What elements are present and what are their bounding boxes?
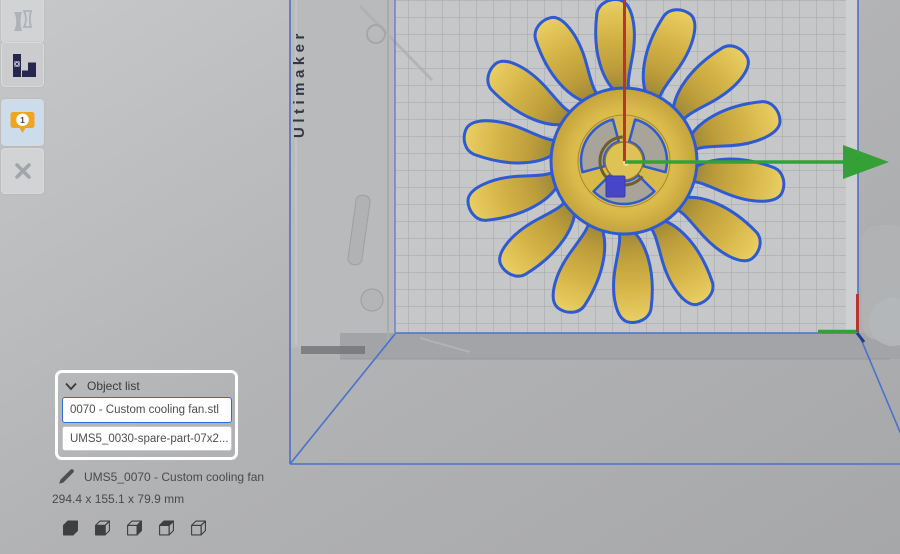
mirror-tool-button[interactable] [1,0,44,43]
rename-pencil-icon[interactable] [57,468,75,486]
z-axis-handle[interactable] [606,176,625,197]
chevron-down-icon [65,382,77,391]
marker-pin-button[interactable]: 1 [1,99,44,146]
marker-badge: 1 [20,115,25,125]
cube-front-icon[interactable] [93,518,112,538]
cube-solid-icon[interactable] [61,518,80,538]
cube-outline-icon[interactable] [189,518,208,538]
close-icon [8,156,38,186]
selected-object-name: UMS5_0070 - Custom cooling fan [84,470,264,484]
support-blocker-button[interactable] [1,148,44,194]
plate-front-edge [340,333,900,359]
marker-pin-icon: 1 [9,109,36,136]
per-model-settings-button[interactable] [1,42,44,87]
object-item-label: UMS5_0030-spare-part-07x2... [70,433,229,445]
cube-top-icon[interactable] [157,518,176,538]
cura-window: Ultimaker [0,0,900,554]
printer-brand-label: Ultimaker [291,29,308,138]
selected-object-dimensions: 294.4 x 155.1 x 79.9 mm [52,492,184,506]
object-list-item[interactable]: UMS5_0030-spare-part-07x2... [62,426,232,451]
object-item-label: 0070 - Custom cooling fan.stl [70,404,219,416]
object-list-header[interactable]: Object list [65,379,140,393]
per-model-settings-icon [7,49,39,81]
mesh-type-buttons [61,518,208,538]
object-list-item-selected[interactable]: 0070 - Custom cooling fan.stl [62,397,232,423]
mirror-icon [7,4,39,36]
object-list-title: Object list [87,379,140,393]
cube-right-icon[interactable] [125,518,144,538]
